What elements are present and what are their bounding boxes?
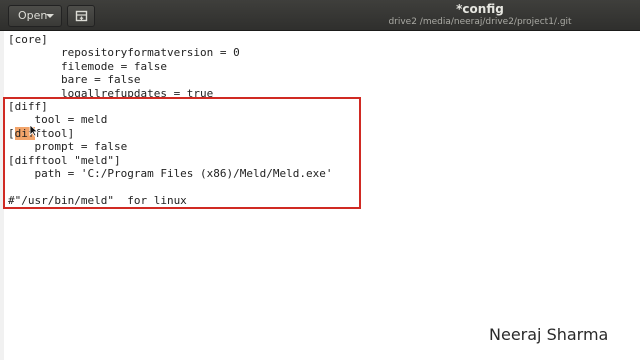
new-document-button[interactable]: [67, 5, 95, 27]
code-line: [core]: [8, 33, 48, 46]
window-title: *config: [456, 2, 504, 16]
window-subtitle: drive2 /media/neeraj/drive2/project1/.gi…: [388, 17, 572, 27]
chevron-down-icon: [46, 14, 54, 18]
open-button-label: Open: [18, 9, 48, 22]
mouse-cursor-icon: [29, 124, 39, 137]
code-line: bare = false: [8, 73, 141, 87]
annotation-highlight-box: [3, 97, 361, 209]
header-bar: Open *config drive2 /media/neeraj/drive2…: [0, 0, 640, 31]
new-document-icon: [75, 10, 88, 22]
code-line: repositoryformatversion = 0: [8, 46, 240, 60]
window-title-block: *config drive2 /media/neeraj/drive2/proj…: [330, 3, 630, 28]
open-button[interactable]: Open: [8, 5, 62, 27]
code-line: filemode = false: [8, 59, 167, 73]
watermark-author: Neeraj Sharma: [489, 325, 609, 344]
